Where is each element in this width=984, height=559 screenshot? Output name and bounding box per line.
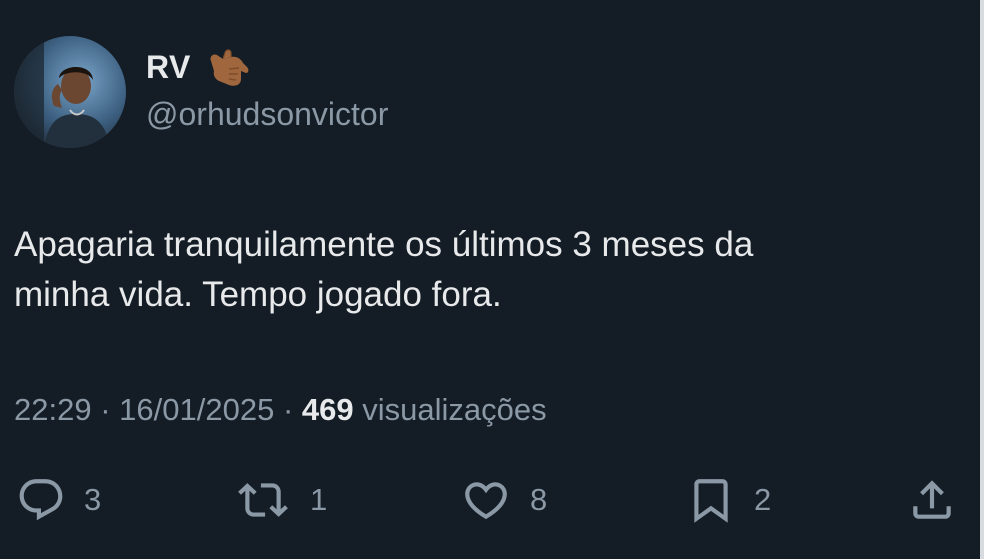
author-name-row: RV — [146, 44, 253, 90]
bookmark-count: 2 — [754, 482, 772, 517]
author-handle[interactable]: @orhudsonvictor — [146, 96, 388, 133]
views-label: visualizações — [362, 392, 547, 427]
separator: · — [100, 392, 111, 427]
tweet-meta: 22:29 · 16/01/2025 · 469 visualizações — [14, 392, 547, 428]
retweet-count: 1 — [310, 482, 328, 517]
heart-icon — [465, 482, 507, 520]
action-bar: 3 1 8 2 — [0, 470, 984, 530]
reply-button[interactable]: 3 — [16, 470, 101, 530]
reply-count: 3 — [84, 482, 102, 517]
tweet-date[interactable]: 16/01/2025 — [119, 392, 274, 427]
share-icon — [913, 480, 951, 519]
like-button[interactable]: 8 — [460, 470, 547, 530]
tweet-text-line: minha vida. Tempo jogado fora. — [14, 275, 502, 314]
retweet-button[interactable]: 1 — [234, 470, 327, 530]
reply-icon — [19, 479, 63, 521]
tweet-time[interactable]: 22:29 — [14, 392, 92, 427]
share-button[interactable] — [906, 470, 958, 530]
tweet-text: Apagaria tranquilamente os últimos 3 mes… — [14, 220, 954, 320]
display-name[interactable]: RV — [146, 49, 191, 86]
views-count: 469 — [301, 392, 354, 427]
like-count: 8 — [530, 482, 548, 517]
bookmark-icon — [694, 479, 728, 523]
bookmark-button[interactable]: 2 — [686, 470, 771, 530]
call-me-hand-emoji-icon — [210, 49, 249, 86]
avatar[interactable] — [14, 36, 126, 148]
retweet-icon — [238, 483, 288, 517]
separator: · — [282, 392, 294, 427]
tweet-text-line: Apagaria tranquilamente os últimos 3 mes… — [14, 225, 754, 264]
